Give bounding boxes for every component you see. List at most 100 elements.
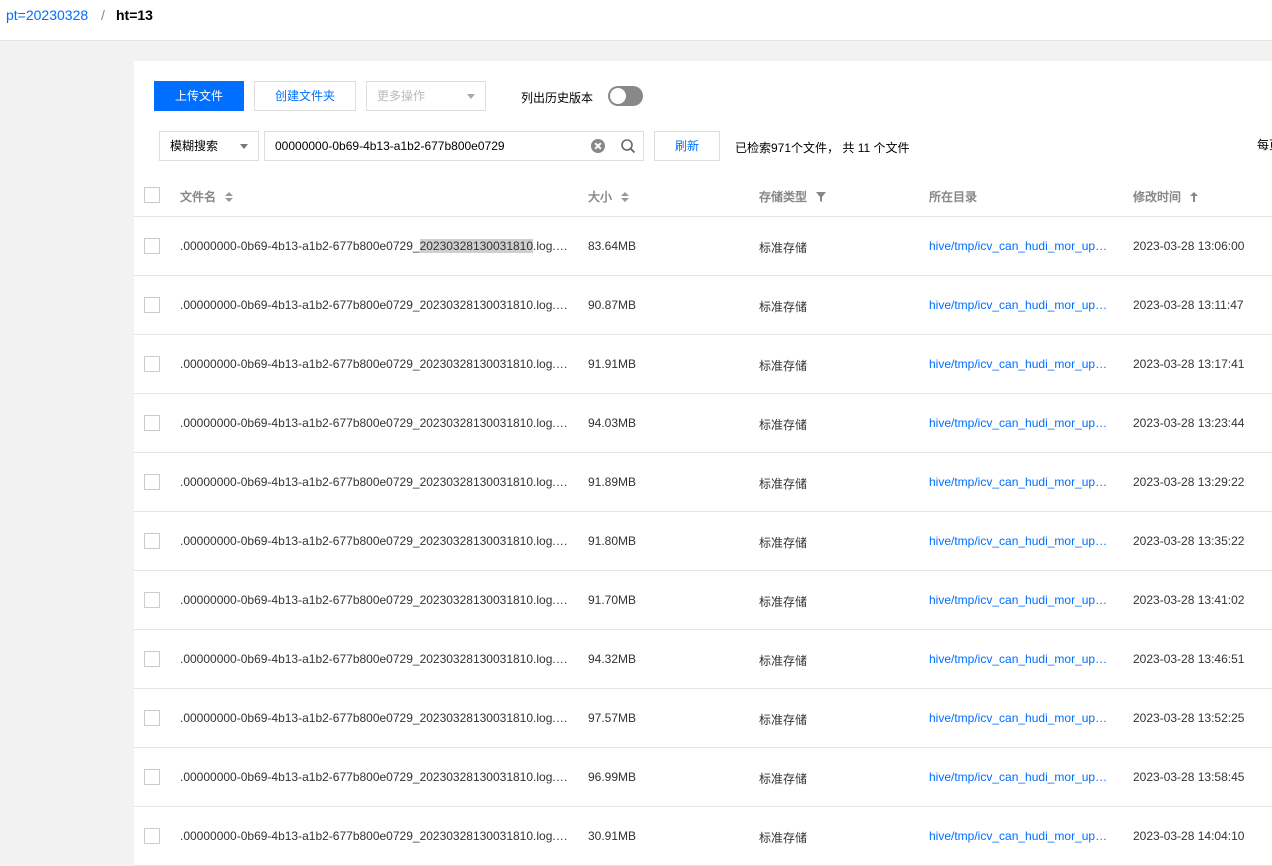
table-row[interactable]: .00000000-0b69-4b13-a1b2-677b800e0729_20… [134, 630, 1272, 689]
file-size: 96.99MB [588, 770, 637, 784]
table-body: .00000000-0b69-4b13-a1b2-677b800e0729_20… [134, 217, 1272, 866]
search-input[interactable] [265, 132, 585, 160]
storage-type: 标准存储 [759, 772, 808, 786]
file-name[interactable]: .00000000-0b69-4b13-a1b2-677b800e0729_20… [180, 239, 568, 253]
header-time-label: 修改时间 [1133, 190, 1182, 204]
storage-type: 标准存储 [759, 595, 808, 609]
file-name[interactable]: .00000000-0b69-4b13-a1b2-677b800e0729_20… [180, 298, 568, 312]
directory-link[interactable]: hive/tmp/icv_can_hudi_mor_upsert [929, 239, 1109, 253]
breadcrumb-current: ht=13 [116, 7, 153, 23]
file-size: 91.70MB [588, 593, 637, 607]
row-checkbox[interactable] [144, 533, 160, 549]
directory-link[interactable]: hive/tmp/icv_can_hudi_mor_upsert [929, 770, 1109, 784]
row-checkbox[interactable] [144, 415, 160, 431]
file-size: 97.57MB [588, 711, 637, 725]
breadcrumb-separator: / [101, 7, 105, 23]
header-name[interactable]: 文件名 [180, 188, 234, 205]
clear-icon[interactable] [591, 139, 605, 153]
file-name-prefix: .00000000-0b69-4b13-a1b2-677b800e0729_ [180, 770, 420, 784]
row-checkbox[interactable] [144, 651, 160, 667]
search-icon[interactable] [620, 138, 636, 154]
table-row[interactable]: .00000000-0b69-4b13-a1b2-677b800e0729_20… [134, 217, 1272, 276]
table-row[interactable]: .00000000-0b69-4b13-a1b2-677b800e0729_20… [134, 394, 1272, 453]
storage-type: 标准存储 [759, 300, 808, 314]
file-name[interactable]: .00000000-0b69-4b13-a1b2-677b800e0729_20… [180, 357, 568, 371]
search-mode-select[interactable]: 模糊搜索 [159, 131, 259, 161]
row-checkbox[interactable] [144, 474, 160, 490]
history-versions-label: 列出历史版本 [521, 91, 594, 105]
storage-type: 标准存储 [759, 241, 808, 255]
file-name-prefix: .00000000-0b69-4b13-a1b2-677b800e0729_ [180, 829, 420, 843]
modified-time: 2023-03-28 13:52:25 [1133, 711, 1245, 725]
directory-link[interactable]: hive/tmp/icv_can_hudi_mor_upsert [929, 416, 1109, 430]
file-name[interactable]: .00000000-0b69-4b13-a1b2-677b800e0729_20… [180, 593, 568, 607]
storage-type: 标准存储 [759, 477, 808, 491]
file-size: 90.87MB [588, 298, 637, 312]
table-row[interactable]: .00000000-0b69-4b13-a1b2-677b800e0729_20… [134, 571, 1272, 630]
row-checkbox[interactable] [144, 297, 160, 313]
header-modified-time[interactable]: 修改时间 [1133, 188, 1199, 205]
header-size[interactable]: 大小 [588, 188, 630, 205]
table-row[interactable]: .00000000-0b69-4b13-a1b2-677b800e0729_20… [134, 807, 1272, 866]
file-name[interactable]: .00000000-0b69-4b13-a1b2-677b800e0729_20… [180, 770, 568, 784]
modified-time: 2023-03-28 13:23:44 [1133, 416, 1245, 430]
file-size: 91.89MB [588, 475, 637, 489]
header-name-label: 文件名 [180, 190, 217, 204]
table-row[interactable]: .00000000-0b69-4b13-a1b2-677b800e0729_20… [134, 335, 1272, 394]
header-storage-type[interactable]: 存储类型 [759, 188, 827, 205]
file-name-suffix: 20230328130031810.log.11_0-8-0 [419, 829, 568, 843]
file-name-suffix: 20230328130031810.log.7_0-8-0 [419, 593, 568, 607]
row-checkbox[interactable] [144, 828, 160, 844]
file-name[interactable]: .00000000-0b69-4b13-a1b2-677b800e0729_20… [180, 711, 568, 725]
header-directory: 所在目录 [929, 188, 977, 205]
directory-link[interactable]: hive/tmp/icv_can_hudi_mor_upsert [929, 711, 1109, 725]
breadcrumb-parent-link[interactable]: pt=20230328 [6, 7, 88, 23]
directory-link[interactable]: hive/tmp/icv_can_hudi_mor_upsert [929, 593, 1109, 607]
history-versions-toggle[interactable] [608, 86, 643, 106]
file-name-prefix: .00000000-0b69-4b13-a1b2-677b800e0729_ [180, 593, 420, 607]
upload-file-button[interactable]: 上传文件 [154, 81, 244, 111]
table-row[interactable]: .00000000-0b69-4b13-a1b2-677b800e0729_20… [134, 276, 1272, 335]
file-name[interactable]: .00000000-0b69-4b13-a1b2-677b800e0729_20… [180, 534, 568, 548]
file-name-highlight: 20230328130031810 [419, 239, 534, 253]
file-name[interactable]: .00000000-0b69-4b13-a1b2-677b800e0729_20… [180, 652, 568, 666]
per-page-label: 每页 [1257, 138, 1272, 152]
directory-link[interactable]: hive/tmp/icv_can_hudi_mor_upsert [929, 534, 1109, 548]
directory-link[interactable]: hive/tmp/icv_can_hudi_mor_upsert [929, 475, 1109, 489]
row-checkbox[interactable] [144, 238, 160, 254]
storage-type: 标准存储 [759, 713, 808, 727]
row-checkbox[interactable] [144, 710, 160, 726]
refresh-button[interactable]: 刷新 [654, 131, 720, 161]
directory-link[interactable]: hive/tmp/icv_can_hudi_mor_upsert [929, 829, 1109, 843]
sort-ascending-icon [1190, 192, 1199, 202]
file-size: 30.91MB [588, 829, 637, 843]
file-name-prefix: .00000000-0b69-4b13-a1b2-677b800e0729_ [180, 475, 420, 489]
directory-link[interactable]: hive/tmp/icv_can_hudi_mor_upsert [929, 652, 1109, 666]
file-name-prefix: .00000000-0b69-4b13-a1b2-677b800e0729_ [180, 239, 420, 253]
file-name[interactable]: .00000000-0b69-4b13-a1b2-677b800e0729_20… [180, 416, 568, 430]
file-size: 83.64MB [588, 239, 637, 253]
table-row[interactable]: .00000000-0b69-4b13-a1b2-677b800e0729_20… [134, 453, 1272, 512]
table-row[interactable]: .00000000-0b69-4b13-a1b2-677b800e0729_20… [134, 748, 1272, 807]
table-row[interactable]: .00000000-0b69-4b13-a1b2-677b800e0729_20… [134, 512, 1272, 571]
table-header: 文件名 大小 存储类型 所在目录 修改时间 [134, 171, 1272, 217]
breadcrumb-bar: pt=20230328 / ht=13 [0, 0, 1272, 41]
row-checkbox[interactable] [144, 356, 160, 372]
filter-icon [816, 192, 827, 202]
file-size: 94.32MB [588, 652, 637, 666]
directory-link[interactable]: hive/tmp/icv_can_hudi_mor_upsert [929, 357, 1109, 371]
file-name-suffix: 20230328130031810.log.6_0-8-0 [419, 534, 568, 548]
file-name-suffix: 20230328130031810.log.8_0-8-0 [419, 652, 568, 666]
file-name-suffix: .log.1_0-8-0 [533, 239, 568, 253]
more-actions-dropdown[interactable]: 更多操作 [366, 81, 486, 111]
create-folder-button[interactable]: 创建文件夹 [254, 81, 356, 111]
file-name[interactable]: .00000000-0b69-4b13-a1b2-677b800e0729_20… [180, 475, 568, 489]
directory-link[interactable]: hive/tmp/icv_can_hudi_mor_upsert [929, 298, 1109, 312]
table-row[interactable]: .00000000-0b69-4b13-a1b2-677b800e0729_20… [134, 689, 1272, 748]
row-checkbox[interactable] [144, 769, 160, 785]
row-checkbox[interactable] [144, 592, 160, 608]
select-all-checkbox[interactable] [144, 187, 160, 203]
file-name[interactable]: .00000000-0b69-4b13-a1b2-677b800e0729_20… [180, 829, 568, 843]
header-dir-label: 所在目录 [929, 190, 978, 204]
sort-icon [225, 192, 234, 202]
